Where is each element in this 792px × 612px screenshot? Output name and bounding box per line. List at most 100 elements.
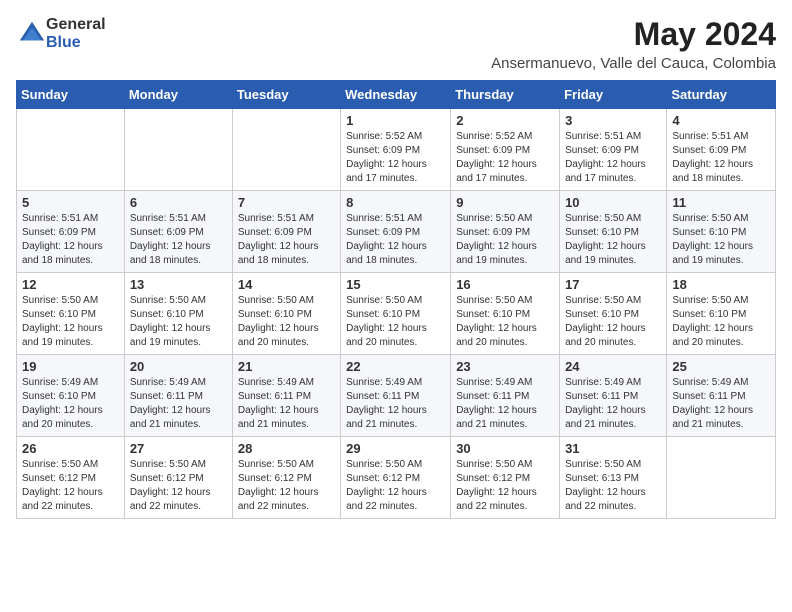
header-saturday: Saturday (667, 81, 776, 109)
day-number: 13 (130, 277, 227, 292)
day-number: 9 (456, 195, 554, 210)
day-number: 16 (456, 277, 554, 292)
table-row: 15 Sunrise: 5:50 AM Sunset: 6:10 PM Dayli… (341, 273, 451, 355)
day-info: Sunrise: 5:50 AM Sunset: 6:10 PM Dayligh… (130, 294, 227, 350)
table-row: 25 Sunrise: 5:49 AM Sunset: 6:11 PM Dayli… (667, 355, 776, 437)
day-number: 25 (672, 359, 770, 374)
logo-text: General Blue (46, 16, 106, 52)
day-info: Sunrise: 5:50 AM Sunset: 6:10 PM Dayligh… (346, 294, 445, 350)
table-row: 26 Sunrise: 5:50 AM Sunset: 6:12 PM Dayli… (17, 437, 125, 519)
table-row: 30 Sunrise: 5:50 AM Sunset: 6:12 PM Dayli… (451, 437, 560, 519)
logo-icon (18, 20, 46, 48)
table-row: 31Sunrise: 5:50 AM Sunset: 6:13 PM Dayli… (560, 437, 667, 519)
day-info: Sunrise: 5:51 AM Sunset: 6:09 PM Dayligh… (346, 212, 445, 268)
day-number: 11 (672, 195, 770, 210)
day-info: Sunrise: 5:50 AM Sunset: 6:12 PM Dayligh… (238, 458, 335, 514)
table-row: 22Sunrise: 5:49 AM Sunset: 6:11 PM Dayli… (341, 355, 451, 437)
header-tuesday: Tuesday (232, 81, 340, 109)
table-row: 14 Sunrise: 5:50 AM Sunset: 6:10 PM Dayli… (232, 273, 340, 355)
day-info: Sunrise: 5:51 AM Sunset: 6:09 PM Dayligh… (130, 212, 227, 268)
header-monday: Monday (124, 81, 232, 109)
day-info: Sunrise: 5:50 AM Sunset: 6:09 PM Dayligh… (456, 212, 554, 268)
day-number: 21 (238, 359, 335, 374)
day-info: Sunrise: 5:50 AM Sunset: 6:10 PM Dayligh… (672, 212, 770, 268)
day-info: Sunrise: 5:50 AM Sunset: 6:10 PM Dayligh… (565, 294, 661, 350)
table-row: 16 Sunrise: 5:50 AM Sunset: 6:10 PM Dayli… (451, 273, 560, 355)
table-row: 10Sunrise: 5:50 AM Sunset: 6:10 PM Dayli… (560, 191, 667, 273)
table-row: 8 Sunrise: 5:51 AM Sunset: 6:09 PM Daylig… (341, 191, 451, 273)
day-number: 3 (565, 113, 661, 128)
day-info: Sunrise: 5:49 AM Sunset: 6:11 PM Dayligh… (565, 376, 661, 432)
day-info: Sunrise: 5:52 AM Sunset: 6:09 PM Dayligh… (456, 130, 554, 186)
day-info: Sunrise: 5:49 AM Sunset: 6:11 PM Dayligh… (130, 376, 227, 432)
logo-general: General (46, 16, 106, 33)
table-row: 9 Sunrise: 5:50 AM Sunset: 6:09 PM Daylig… (451, 191, 560, 273)
header-friday: Friday (560, 81, 667, 109)
day-info: Sunrise: 5:50 AM Sunset: 6:10 PM Dayligh… (22, 294, 119, 350)
day-info: Sunrise: 5:50 AM Sunset: 6:13 PM Dayligh… (565, 458, 661, 514)
day-info: Sunrise: 5:51 AM Sunset: 6:09 PM Dayligh… (565, 130, 661, 186)
day-info: Sunrise: 5:52 AM Sunset: 6:09 PM Dayligh… (346, 130, 445, 186)
table-row: 5 Sunrise: 5:51 AM Sunset: 6:09 PM Daylig… (17, 191, 125, 273)
page-header: General Blue May 2024 Ansermanuevo, Vall… (16, 16, 776, 72)
day-number: 15 (346, 277, 445, 292)
day-info: Sunrise: 5:50 AM Sunset: 6:10 PM Dayligh… (672, 294, 770, 350)
table-row (667, 437, 776, 519)
day-info: Sunrise: 5:49 AM Sunset: 6:11 PM Dayligh… (346, 376, 445, 432)
day-number: 1 (346, 113, 445, 128)
day-number: 24 (565, 359, 661, 374)
day-info: Sunrise: 5:51 AM Sunset: 6:09 PM Dayligh… (22, 212, 119, 268)
logo: General Blue (16, 16, 106, 52)
table-row: 23 Sunrise: 5:49 AM Sunset: 6:11 PM Dayli… (451, 355, 560, 437)
table-row: 28 Sunrise: 5:50 AM Sunset: 6:12 PM Dayli… (232, 437, 340, 519)
day-info: Sunrise: 5:49 AM Sunset: 6:10 PM Dayligh… (22, 376, 119, 432)
day-number: 27 (130, 441, 227, 456)
day-info: Sunrise: 5:50 AM Sunset: 6:10 PM Dayligh… (565, 212, 661, 268)
day-number: 6 (130, 195, 227, 210)
table-row: 11 Sunrise: 5:50 AM Sunset: 6:10 PM Dayli… (667, 191, 776, 273)
table-row: 3 Sunrise: 5:51 AM Sunset: 6:09 PM Daylig… (560, 109, 667, 191)
day-number: 30 (456, 441, 554, 456)
header-sunday: Sunday (17, 81, 125, 109)
day-number: 12 (22, 277, 119, 292)
header-wednesday: Wednesday (341, 81, 451, 109)
day-number: 5 (22, 195, 119, 210)
day-info: Sunrise: 5:50 AM Sunset: 6:10 PM Dayligh… (456, 294, 554, 350)
day-info: Sunrise: 5:51 AM Sunset: 6:09 PM Dayligh… (672, 130, 770, 186)
day-info: Sunrise: 5:50 AM Sunset: 6:12 PM Dayligh… (22, 458, 119, 514)
table-row: 1 Sunrise: 5:52 AM Sunset: 6:09 PM Daylig… (341, 109, 451, 191)
day-info: Sunrise: 5:49 AM Sunset: 6:11 PM Dayligh… (456, 376, 554, 432)
table-row: 29Sunrise: 5:50 AM Sunset: 6:12 PM Dayli… (341, 437, 451, 519)
day-number: 28 (238, 441, 335, 456)
day-info: Sunrise: 5:49 AM Sunset: 6:11 PM Dayligh… (672, 376, 770, 432)
logo-blue: Blue (46, 34, 81, 51)
table-row: 13 Sunrise: 5:50 AM Sunset: 6:10 PM Dayli… (124, 273, 232, 355)
table-row (17, 109, 125, 191)
day-number: 26 (22, 441, 119, 456)
table-row: 20 Sunrise: 5:49 AM Sunset: 6:11 PM Dayli… (124, 355, 232, 437)
day-info: Sunrise: 5:50 AM Sunset: 6:10 PM Dayligh… (238, 294, 335, 350)
day-number: 23 (456, 359, 554, 374)
table-row: 7Sunrise: 5:51 AM Sunset: 6:09 PM Daylig… (232, 191, 340, 273)
title-block: May 2024 Ansermanuevo, Valle del Cauca, … (491, 16, 776, 72)
table-row: 27 Sunrise: 5:50 AM Sunset: 6:12 PM Dayli… (124, 437, 232, 519)
day-number: 14 (238, 277, 335, 292)
day-number: 17 (565, 277, 661, 292)
table-row: 19Sunrise: 5:49 AM Sunset: 6:10 PM Dayli… (17, 355, 125, 437)
day-number: 20 (130, 359, 227, 374)
table-row: 12 Sunrise: 5:50 AM Sunset: 6:10 PM Dayli… (17, 273, 125, 355)
table-row: 2 Sunrise: 5:52 AM Sunset: 6:09 PM Daylig… (451, 109, 560, 191)
day-number: 7 (238, 195, 335, 210)
table-row (124, 109, 232, 191)
day-info: Sunrise: 5:49 AM Sunset: 6:11 PM Dayligh… (238, 376, 335, 432)
day-number: 8 (346, 195, 445, 210)
table-row: 6 Sunrise: 5:51 AM Sunset: 6:09 PM Daylig… (124, 191, 232, 273)
table-row: 24 Sunrise: 5:49 AM Sunset: 6:11 PM Dayli… (560, 355, 667, 437)
day-number: 2 (456, 113, 554, 128)
table-row: 21 Sunrise: 5:49 AM Sunset: 6:11 PM Dayli… (232, 355, 340, 437)
day-info: Sunrise: 5:50 AM Sunset: 6:12 PM Dayligh… (456, 458, 554, 514)
day-number: 18 (672, 277, 770, 292)
table-row: 17 Sunrise: 5:50 AM Sunset: 6:10 PM Dayli… (560, 273, 667, 355)
day-info: Sunrise: 5:50 AM Sunset: 6:12 PM Dayligh… (130, 458, 227, 514)
table-row: 4Sunrise: 5:51 AM Sunset: 6:09 PM Daylig… (667, 109, 776, 191)
